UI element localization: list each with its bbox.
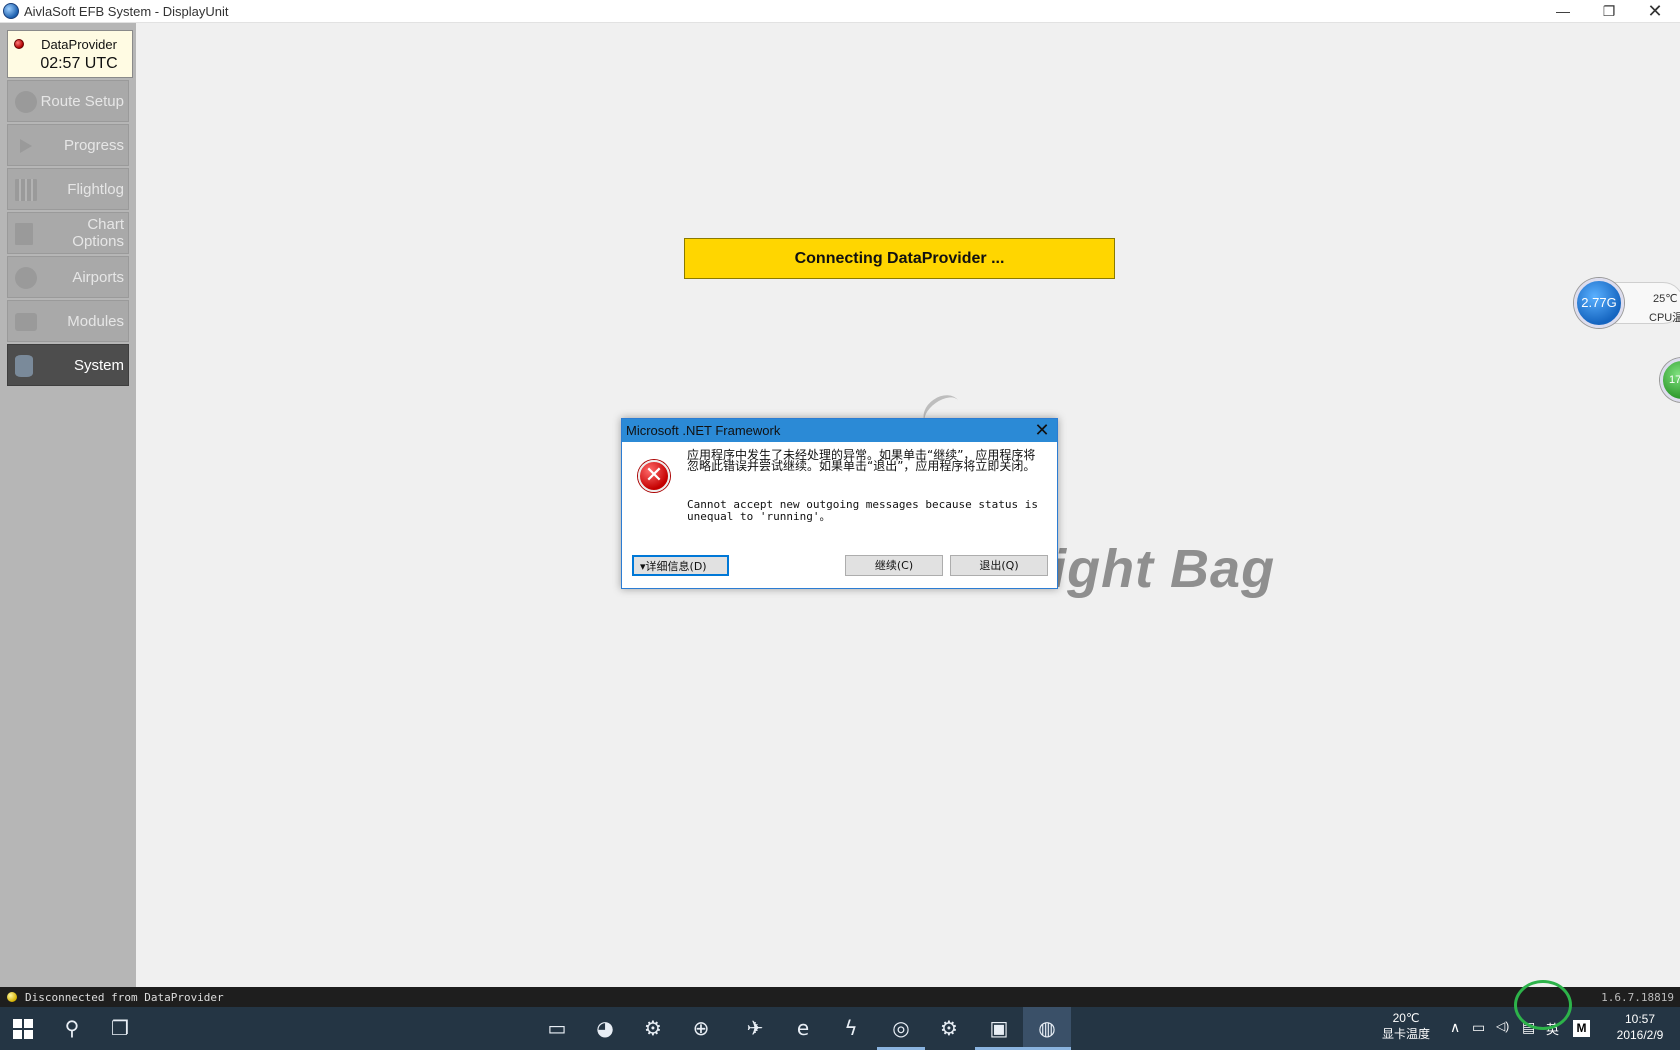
calendar-icon: [15, 179, 37, 201]
sidebar: DataProvider 02:57 UTC Route Setup Progr…: [0, 23, 136, 987]
monitor-icon[interactable]: ▣: [975, 1007, 1023, 1050]
system-clock[interactable]: 10:57 2016/2/9: [1605, 1011, 1675, 1043]
error-icon: ✕: [638, 460, 670, 492]
qq-icon[interactable]: ◕: [581, 1007, 629, 1050]
dialog-titlebar: Microsoft .NET Framework ✕: [622, 419, 1057, 442]
sidebar-item-label: Chart Options: [72, 216, 124, 250]
windows-logo-icon: [13, 1019, 33, 1039]
plane-icon[interactable]: ✈: [731, 1007, 779, 1050]
ie-icon[interactable]: e: [779, 1007, 827, 1050]
chevron-up-icon[interactable]: ∧: [1450, 1019, 1460, 1036]
sidebar-item-label: Flightlog: [67, 181, 124, 198]
exception-dialog: Microsoft .NET Framework ✕ ✕ 应用程序中发生了未经处…: [621, 418, 1058, 589]
dialog-title: Microsoft .NET Framework: [626, 423, 781, 438]
gpu-temperature[interactable]: 20℃ 显卡温度: [1382, 1010, 1430, 1042]
windows-taskbar: ⚲ ❐ ▭ ◕ ⚙ ⊕ ✈ e ϟ ◎ ⚙ ▣ ◍ 20℃ 显卡温度 ∧ ▭ ◁…: [0, 1007, 1680, 1050]
dialog-close-button[interactable]: ✕: [1033, 420, 1051, 441]
window-title: AivlaSoft EFB System - DisplayUnit: [24, 4, 229, 19]
connection-status-text: Disconnected from DataProvider: [25, 991, 224, 1004]
sidebar-item-progress[interactable]: Progress: [7, 124, 129, 166]
minimize-button[interactable]: —: [1540, 0, 1586, 23]
start-button[interactable]: [0, 1007, 48, 1050]
file-explorer-icon[interactable]: ▭: [533, 1007, 581, 1050]
plus-circle-icon[interactable]: ⊕: [677, 1007, 725, 1050]
version-text: 1.6.7.18819: [1601, 991, 1674, 1004]
sidebar-item-label: Airports: [72, 269, 124, 286]
chrome-icon[interactable]: ◎: [877, 1007, 925, 1050]
continue-button[interactable]: 继续(C): [845, 555, 943, 576]
cpu-temperature-label: CPU温度: [1649, 312, 1680, 324]
connecting-banner: Connecting DataProvider ...: [684, 238, 1115, 279]
label-line-1: Chart: [87, 216, 124, 233]
sidebar-item-label: System: [73, 357, 124, 374]
restore-button[interactable]: ❐: [1586, 0, 1632, 23]
briefcase-icon: [15, 313, 37, 331]
gpu-temp-label: 显卡温度: [1382, 1027, 1431, 1041]
close-button[interactable]: ✕: [1632, 0, 1678, 23]
sidebar-item-flightlog[interactable]: Flightlog: [7, 168, 129, 210]
clock-time: 10:57: [1624, 1012, 1656, 1026]
search-icon[interactable]: ⚲: [48, 1007, 96, 1050]
label-line-2: Options: [72, 233, 124, 250]
cpu-widget[interactable]: 25℃ CPU温度 2.77G: [1574, 278, 1680, 328]
document-icon: [15, 223, 33, 245]
sidebar-item-chart-options[interactable]: Chart Options: [7, 212, 129, 254]
utc-time: 02:57 UTC: [40, 55, 118, 72]
cpu-speed: 2.77G: [1574, 278, 1624, 328]
status-led-icon: [7, 992, 17, 1002]
settings-icon[interactable]: ⚙: [925, 1007, 973, 1050]
sidebar-item-airports[interactable]: Airports: [7, 256, 129, 298]
network-icon[interactable]: ▭: [1472, 1019, 1485, 1036]
sidebar-item-modules[interactable]: Modules: [7, 300, 129, 342]
sidebar-item-system[interactable]: System: [7, 344, 129, 386]
airport-icon: [15, 267, 37, 289]
efb-globe-icon[interactable]: ◍: [1023, 1007, 1071, 1050]
quit-button[interactable]: 退出(Q): [950, 555, 1048, 576]
sidebar-item-label: Modules: [67, 313, 124, 330]
status-bar: Disconnected from DataProvider 1.6.7.188…: [0, 987, 1680, 1007]
sidebar-item-route-setup[interactable]: Route Setup: [7, 80, 129, 122]
clock-date: 2016/2/9: [1616, 1028, 1664, 1042]
ime-mode-icon[interactable]: M: [1573, 1020, 1590, 1037]
volume-icon[interactable]: ◁): [1496, 1019, 1509, 1033]
cpu-temperature: 25℃: [1653, 293, 1678, 305]
globe-icon: [15, 91, 37, 113]
flash-icon[interactable]: ϟ: [827, 1007, 875, 1050]
watermark-logo-icon: [1514, 980, 1572, 1030]
steam-icon[interactable]: ⚙: [629, 1007, 677, 1050]
dialog-message-en: Cannot accept new outgoing messages beca…: [687, 498, 1038, 523]
sidebar-item-label: Progress: [63, 137, 124, 154]
task-view-icon[interactable]: ❐: [96, 1007, 144, 1050]
database-icon: [15, 355, 33, 377]
sidebar-item-label: Route Setup: [40, 93, 124, 110]
dataprovider-status[interactable]: DataProvider 02:57 UTC: [7, 30, 133, 78]
gpu-temp-value: 20℃: [1392, 1011, 1420, 1025]
details-button[interactable]: ▾详细信息(D): [632, 555, 729, 576]
dialog-message-cn: 应用程序中发生了未经处理的异常。如果单击“继续”，应用程序将忽略此错误并尝试继续…: [687, 448, 1036, 473]
app-globe-icon: [3, 3, 19, 19]
window-titlebar: AivlaSoft EFB System - DisplayUnit — ❐ ✕: [0, 0, 1680, 23]
play-icon: [20, 139, 32, 153]
dataprovider-name: DataProvider: [41, 37, 117, 52]
